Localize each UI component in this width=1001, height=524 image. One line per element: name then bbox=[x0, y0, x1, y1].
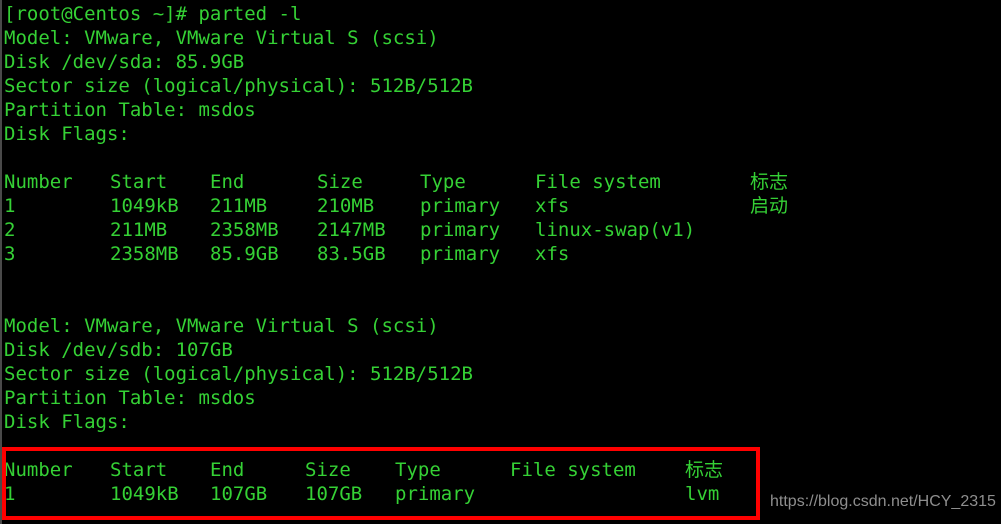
cell-file-system: xfs bbox=[535, 195, 570, 217]
cell-type: primary bbox=[420, 195, 501, 217]
col-header-type: Type bbox=[395, 459, 441, 481]
col-header-flags: 标志 bbox=[750, 171, 789, 193]
col-header-size: Size bbox=[317, 171, 363, 193]
cell-file-system: xfs bbox=[535, 243, 570, 265]
col-header-end: End bbox=[210, 171, 245, 193]
col-header-file-system: File system bbox=[510, 459, 636, 481]
cell-number: 2 bbox=[4, 219, 16, 241]
cell-type: primary bbox=[420, 243, 501, 265]
cell-type: primary bbox=[395, 483, 476, 505]
sda-model-line: Model: VMware, VMware Virtual S (scsi) bbox=[4, 27, 439, 49]
cell-end: 85.9GB bbox=[210, 243, 279, 265]
sdb-disk-flags-line: Disk Flags: bbox=[4, 411, 130, 433]
cell-start: 211MB bbox=[110, 219, 168, 241]
col-header-number: Number bbox=[4, 459, 73, 481]
sda-sector-size-line: Sector size (logical/physical): 512B/512… bbox=[4, 75, 473, 97]
cell-file-system: linux-swap(v1) bbox=[535, 219, 696, 241]
cell-start: 1049kB bbox=[110, 195, 179, 217]
sdb-sector-size-line: Sector size (logical/physical): 512B/512… bbox=[4, 363, 473, 385]
sdb-model-line: Model: VMware, VMware Virtual S (scsi) bbox=[4, 315, 439, 337]
cell-size: 83.5GB bbox=[317, 243, 386, 265]
sda-disk-line: Disk /dev/sda: 85.9GB bbox=[4, 51, 245, 73]
table-row: 2 211MB 2358MB 2147MB primary linux-swap… bbox=[0, 218, 1001, 242]
sda-partition-table-line: Partition Table: msdos bbox=[4, 99, 256, 121]
sdb-disk-line: Disk /dev/sdb: 107GB bbox=[4, 339, 233, 361]
cell-start: 2358MB bbox=[110, 243, 179, 265]
cell-number: 3 bbox=[4, 243, 16, 265]
sdb-partition-table-line: Partition Table: msdos bbox=[4, 387, 256, 409]
col-header-type: Type bbox=[420, 171, 466, 193]
col-header-file-system: File system bbox=[535, 171, 661, 193]
cell-flags: lvm bbox=[685, 483, 720, 505]
cell-type: primary bbox=[420, 219, 501, 241]
watermark-text: https://blog.csdn.net/HCY_2315 bbox=[770, 493, 996, 510]
cell-size: 210MB bbox=[317, 195, 375, 217]
col-header-start: Start bbox=[110, 459, 168, 481]
table-row: 3 2358MB 85.9GB 83.5GB primary xfs bbox=[0, 242, 1001, 266]
col-header-start: Start bbox=[110, 171, 168, 193]
table-row: 1 1049kB 211MB 210MB primary xfs 启动 bbox=[0, 194, 1001, 218]
cell-end: 107GB bbox=[210, 483, 268, 505]
command-prompt-line: [root@Centos ~]# parted -l bbox=[4, 3, 302, 25]
cell-number: 1 bbox=[4, 483, 16, 505]
cell-flags: 启动 bbox=[750, 195, 789, 217]
cell-start: 1049kB bbox=[110, 483, 179, 505]
cell-end: 2358MB bbox=[210, 219, 279, 241]
col-header-flags: 标志 bbox=[685, 459, 724, 481]
sda-table-header-row: Number Start End Size Type File system 标… bbox=[0, 170, 1001, 194]
cell-size: 107GB bbox=[305, 483, 363, 505]
cell-number: 1 bbox=[4, 195, 16, 217]
sdb-table-header-row: Number Start End Size Type File system 标… bbox=[0, 458, 1001, 482]
cell-size: 2147MB bbox=[317, 219, 386, 241]
col-header-end: End bbox=[210, 459, 245, 481]
sda-disk-flags-line: Disk Flags: bbox=[4, 123, 130, 145]
col-header-size: Size bbox=[305, 459, 351, 481]
cell-end: 211MB bbox=[210, 195, 268, 217]
col-header-number: Number bbox=[4, 171, 73, 193]
terminal-screen: [root@Centos ~]# parted -l Model: VMware… bbox=[0, 0, 1001, 524]
